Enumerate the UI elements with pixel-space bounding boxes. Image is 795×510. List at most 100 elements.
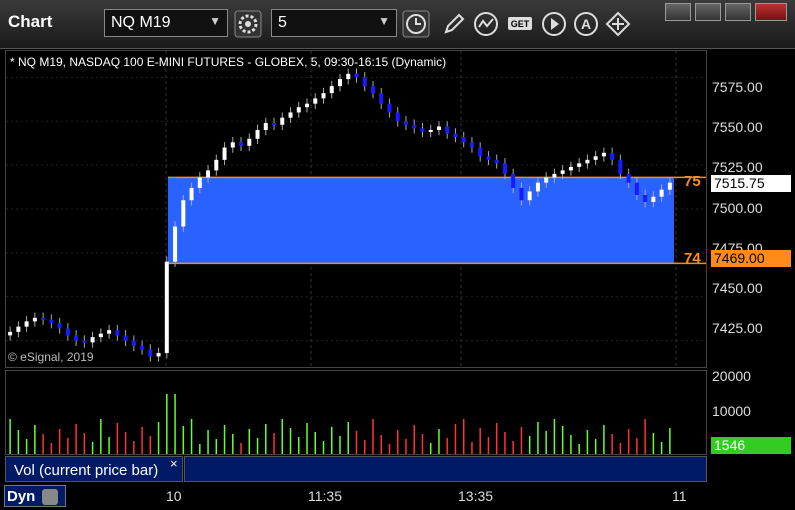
- candle: [90, 337, 95, 343]
- chart-header: * NQ M19, NASDAQ 100 E-MINI FUTURES - GL…: [10, 55, 447, 69]
- candle: [535, 182, 540, 192]
- alert-zone: [168, 177, 674, 264]
- candle: [634, 182, 639, 195]
- candle: [288, 112, 293, 118]
- candle: [173, 226, 178, 262]
- volume-pane[interactable]: [5, 370, 707, 455]
- candle: [164, 261, 169, 353]
- candle: [527, 191, 532, 201]
- lock-icon: [41, 489, 58, 506]
- last-price-tag: 7515.75: [711, 175, 791, 192]
- candle: [321, 93, 326, 99]
- candle: [577, 163, 582, 167]
- candle: [214, 159, 219, 171]
- close-icon[interactable]: ×: [170, 456, 178, 471]
- symbol-selector[interactable]: NQ M19 ▼: [104, 9, 228, 37]
- candle: [49, 319, 54, 324]
- lower-alert-label[interactable]: 74: [684, 250, 701, 267]
- candle: [123, 335, 128, 341]
- upper-alert-label[interactable]: 75: [684, 173, 701, 190]
- candle: [8, 331, 13, 336]
- play-icon[interactable]: [540, 10, 568, 38]
- candle: [593, 156, 598, 160]
- candle: [156, 352, 161, 357]
- candle: [370, 86, 375, 94]
- candle: [651, 196, 656, 202]
- candle: [453, 133, 458, 138]
- y-tick: 7575.00: [712, 79, 763, 95]
- minimize-window-icon[interactable]: [695, 3, 721, 21]
- candle: [643, 194, 648, 202]
- chart-line-icon[interactable]: [472, 10, 500, 38]
- copyright-text: © eSignal, 2019: [8, 350, 94, 364]
- candle: [412, 124, 417, 129]
- clock-icon[interactable]: [402, 10, 430, 38]
- candle: [568, 166, 573, 171]
- candle: [552, 173, 557, 178]
- candle: [255, 130, 260, 139]
- restore-window-icon[interactable]: [665, 3, 691, 21]
- candle: [280, 117, 285, 125]
- close-window-icon[interactable]: [755, 3, 787, 21]
- volume-value-tag: 1546: [711, 437, 791, 454]
- candle: [148, 349, 153, 357]
- candle: [445, 126, 450, 134]
- candle: [362, 77, 367, 87]
- candle: [247, 138, 252, 146]
- candle: [403, 121, 408, 125]
- candle: [379, 93, 384, 104]
- candle: [32, 317, 37, 322]
- candle: [74, 335, 79, 341]
- candle: [16, 326, 21, 332]
- y-tick: 7550.00: [712, 119, 763, 135]
- candle: [305, 103, 310, 108]
- volume-caption: Vol (current price bar): [5, 456, 183, 482]
- svg-text:GET: GET: [511, 19, 530, 29]
- price-chart[interactable]: [5, 50, 707, 368]
- candle: [230, 142, 235, 148]
- volume-study-strip: [184, 456, 707, 482]
- chevron-down-icon: ▼: [209, 14, 221, 28]
- candle: [346, 73, 351, 80]
- candle: [107, 330, 112, 334]
- alert-icon[interactable]: A: [572, 10, 600, 38]
- candle: [560, 170, 565, 174]
- candle: [502, 163, 507, 174]
- volume-canvas: [9, 394, 671, 454]
- candle: [329, 86, 334, 94]
- candle: [239, 142, 244, 146]
- dynamic-mode-button[interactable]: Dyn: [4, 485, 66, 507]
- interval-value: 5: [278, 14, 287, 31]
- candle: [544, 177, 549, 183]
- pencil-icon[interactable]: [440, 10, 468, 38]
- candle: [197, 177, 202, 188]
- vol-tick: 10000: [712, 403, 751, 419]
- candle: [667, 182, 672, 190]
- candle: [354, 73, 359, 78]
- candle: [98, 333, 103, 338]
- x-axis: [5, 484, 707, 508]
- candle: [610, 152, 615, 160]
- dynamic-mode-label: Dyn: [7, 488, 36, 505]
- interval-selector[interactable]: 5 ▼: [271, 9, 397, 37]
- symbol-value: NQ M19: [111, 14, 171, 31]
- candle: [486, 156, 491, 160]
- svg-text:A: A: [581, 16, 591, 32]
- candle: [395, 112, 400, 122]
- maximize-window-icon[interactable]: [725, 3, 751, 21]
- candle: [585, 159, 590, 164]
- x-tick: 10: [166, 488, 182, 504]
- get-icon[interactable]: GET: [506, 10, 534, 38]
- candle: [420, 128, 425, 132]
- candle: [82, 340, 87, 343]
- diamond-arrows-icon[interactable]: [604, 10, 632, 38]
- vol-tick: 20000: [712, 368, 751, 384]
- candle: [461, 137, 466, 143]
- gear-icon[interactable]: [234, 10, 262, 38]
- candle: [387, 103, 392, 113]
- candle: [222, 147, 227, 160]
- x-tick: 13:35: [458, 488, 494, 504]
- candle: [519, 187, 524, 201]
- candle: [24, 321, 29, 327]
- candle: [65, 328, 70, 336]
